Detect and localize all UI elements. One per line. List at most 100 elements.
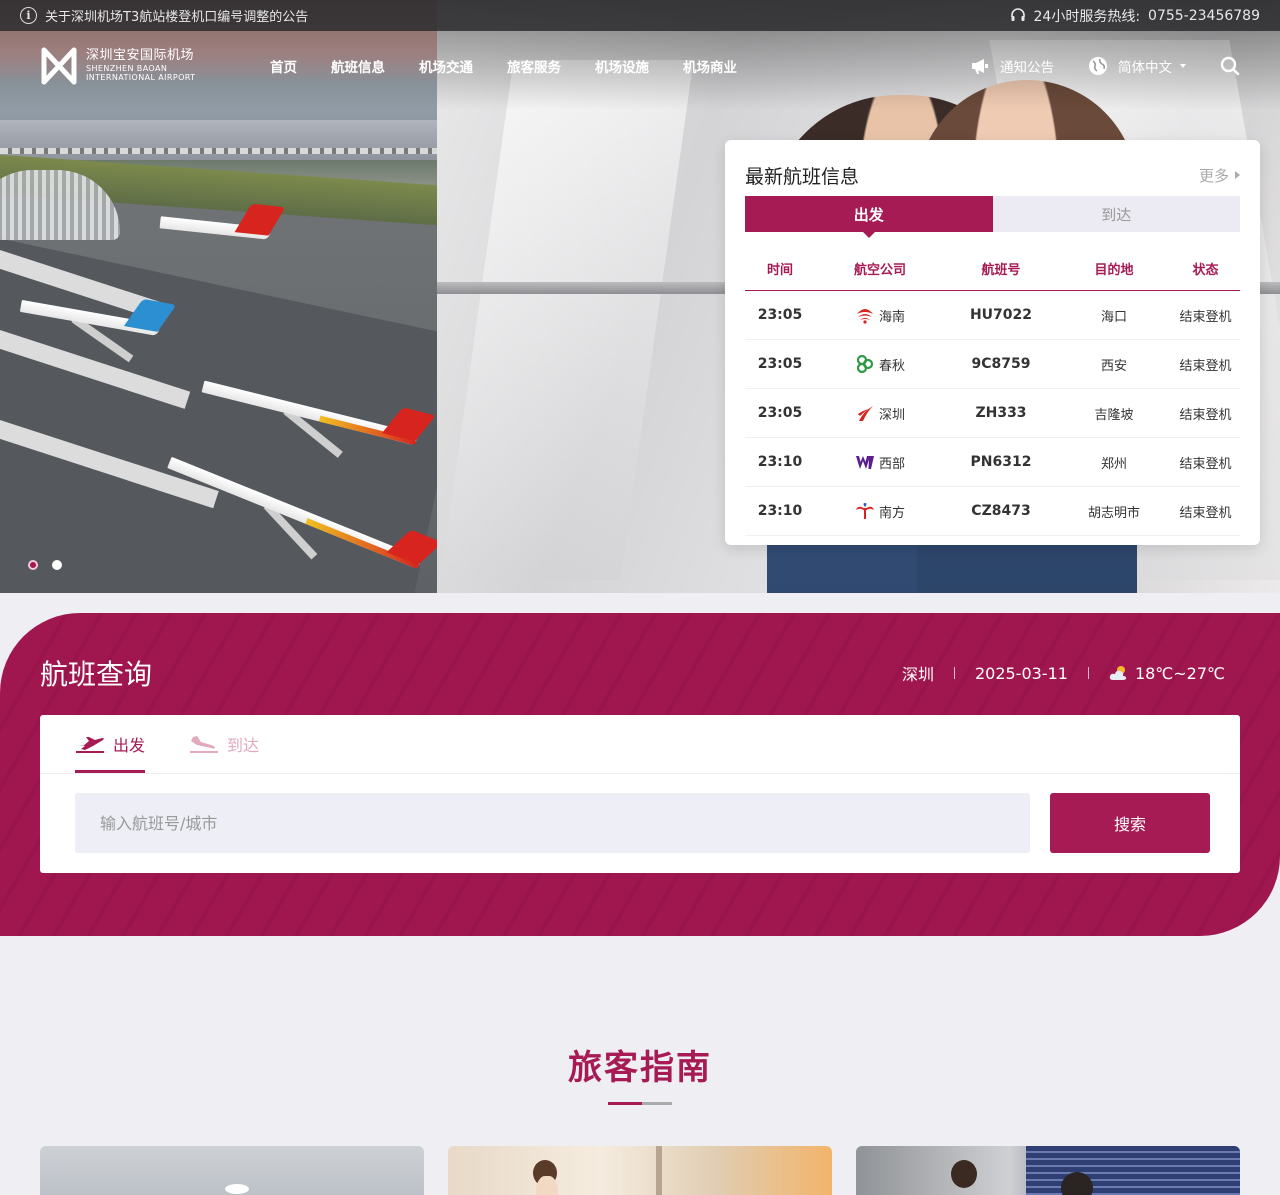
info-icon: i (20, 7, 37, 24)
service-hotline: 24小时服务热线: 0755-23456789 (1010, 0, 1260, 31)
flight-search-card: 出发 到达 搜索 (40, 715, 1240, 873)
city-name: 深圳 (901, 665, 934, 684)
search-submit-button[interactable]: 搜索 (1050, 793, 1210, 853)
hotline-label: 24小时服务热线: (1033, 8, 1141, 25)
separator (1087, 667, 1089, 679)
flight-table: 时间 航空公司 航班号 目的地 状态 23:05 海南 HU7022 海口 结束… (745, 246, 1240, 536)
flight-row[interactable]: 23:10 西部 PN6312 郑州 结束登机 (745, 438, 1240, 487)
weather-temperature: 18℃~27℃ (1134, 663, 1225, 683)
west-air-icon (855, 456, 874, 469)
passenger-guide-title: 旅客指南 (568, 1048, 712, 1088)
guide-card-1[interactable] (40, 1146, 424, 1195)
search-tab-arrival[interactable]: 到达 (189, 715, 259, 773)
flight-search-title: 航班查询 (40, 658, 153, 691)
nav-item-commerce[interactable]: 机场商业 (683, 56, 737, 76)
title-underline (608, 1102, 672, 1105)
flight-number: CZ8473 (971, 503, 1031, 519)
flight-search-tabs: 出发 到达 (75, 715, 259, 773)
language-selector[interactable]: 简体中文 (1088, 56, 1186, 76)
flight-destination: 胡志明市 (1087, 505, 1140, 521)
flight-row[interactable]: 23:05 春秋 9C8759 西安 结束登机 (745, 340, 1240, 389)
flight-time: 23:05 (757, 307, 803, 323)
flight-time: 23:10 (757, 454, 803, 470)
nav-item-home[interactable]: 首页 (270, 56, 297, 76)
guide-card-2[interactable] (448, 1146, 832, 1195)
slider-dots (28, 560, 62, 570)
search-button[interactable] (1220, 56, 1240, 76)
flight-panel-tabs: 出发 到达 (745, 196, 1240, 238)
flight-airline: 春秋 (815, 355, 945, 374)
flight-airline: 西部 (815, 453, 945, 472)
hainan-airlines-icon (856, 309, 873, 324)
flight-number: 9C8759 (971, 356, 1031, 372)
logo-name-en-1: SHENZHEN BAOAN (86, 64, 168, 74)
flight-destination: 郑州 (1100, 456, 1127, 472)
headset-icon (1010, 7, 1025, 21)
flight-search-input[interactable] (75, 793, 1030, 853)
slider-dot-2[interactable] (52, 560, 62, 570)
partly-cloudy-icon (1109, 666, 1127, 680)
airline-name: 春秋 (878, 358, 905, 374)
logo-name-cn: 深圳宝安国际机场 (86, 48, 195, 64)
flight-status: 结束登机 (1179, 505, 1232, 521)
hotline-number: 0755-23456789 (1148, 7, 1260, 24)
nav-item-flight-info[interactable]: 航班信息 (331, 56, 385, 76)
flight-row[interactable]: 23:05 深圳 ZH333 吉隆坡 结束登机 (745, 389, 1240, 438)
col-destination: 目的地 (1094, 262, 1134, 278)
col-time: 时间 (766, 262, 793, 278)
city-date-weather: 深圳 2025-03-11 18℃~27℃ (902, 661, 1225, 685)
airline-name: 深圳 (878, 407, 905, 423)
flight-search-section: 航班查询 深圳 2025-03-11 18℃~27℃ 出发 到达 输入航班号/城… (0, 613, 1280, 936)
tab-arrival[interactable]: 到达 (992, 196, 1240, 232)
flight-row[interactable]: 23:05 海南 HU7022 海口 结束登机 (745, 291, 1240, 340)
flight-number: ZH333 (975, 405, 1027, 421)
notice-text: 关于深圳机场T3航站楼登机口编号调整的公告 (45, 10, 309, 25)
main-nav: 深圳宝安国际机场 SHENZHEN BAOAN INTERNATIONAL AI… (0, 31, 1280, 101)
notice-announcement-label: 通知公告 (1000, 60, 1054, 76)
flight-destination: 吉隆坡 (1094, 407, 1134, 423)
divider (40, 773, 1240, 774)
nav-item-facilities[interactable]: 机场设施 (595, 56, 649, 76)
airline-name: 南方 (878, 505, 905, 521)
more-link[interactable]: 更多 (1199, 165, 1240, 186)
nav-menu: 首页 航班信息 机场交通 旅客服务 机场设施 机场商业 (270, 31, 737, 101)
airline-name: 西部 (878, 456, 905, 472)
megaphone-icon (972, 59, 988, 74)
airport-logo[interactable]: 深圳宝安国际机场 SHENZHEN BAOAN INTERNATIONAL AI… (40, 46, 195, 86)
flight-status: 结束登机 (1179, 456, 1232, 472)
nav-utilities: 通知公告 简体中文 (970, 31, 1240, 101)
flight-airline: 海南 (815, 306, 945, 325)
flight-time: 23:05 (757, 356, 803, 372)
china-southern-icon (855, 503, 874, 519)
flight-destination: 海口 (1100, 309, 1127, 325)
flight-table-header: 时间 航空公司 航班号 目的地 状态 (745, 246, 1240, 291)
flight-status: 结束登机 (1179, 407, 1232, 423)
nav-item-passenger-service[interactable]: 旅客服务 (507, 56, 561, 76)
more-link-label: 更多 (1198, 166, 1229, 185)
search-tab-departure-label: 出发 (113, 736, 146, 755)
caret-right-icon (1235, 171, 1240, 179)
globe-icon (1089, 57, 1107, 75)
flight-row[interactable]: 23:10 南方 CZ8473 胡志明市 结束登机 (745, 487, 1240, 536)
latest-flight-title: 最新航班信息 (745, 165, 860, 188)
notice-link[interactable]: i 关于深圳机场T3航站楼登机口编号调整的公告 (20, 0, 308, 31)
search-tab-departure[interactable]: 出发 (75, 715, 146, 773)
flight-airline: 南方 (815, 502, 945, 521)
search-icon (1220, 56, 1240, 76)
flight-destination: 西安 (1100, 358, 1127, 374)
tab-departure[interactable]: 出发 (745, 196, 993, 238)
flight-number: HU7022 (969, 307, 1033, 323)
airline-name: 海南 (878, 309, 905, 325)
guide-cards (40, 1146, 1240, 1195)
nav-item-transport[interactable]: 机场交通 (419, 56, 473, 76)
guide-card-3[interactable] (856, 1146, 1240, 1195)
slider-dot-1[interactable] (28, 560, 38, 570)
notice-announcement-link[interactable]: 通知公告 (970, 56, 1054, 76)
logo-name-en-2: INTERNATIONAL AIRPORT (86, 73, 196, 83)
arrival-plane-icon (190, 736, 219, 753)
col-airline: 航空公司 (853, 262, 906, 278)
col-status: 状态 (1192, 262, 1219, 278)
flight-number: PN6312 (970, 454, 1032, 470)
search-tab-arrival-label: 到达 (227, 736, 260, 755)
airport-logo-icon (41, 47, 77, 85)
